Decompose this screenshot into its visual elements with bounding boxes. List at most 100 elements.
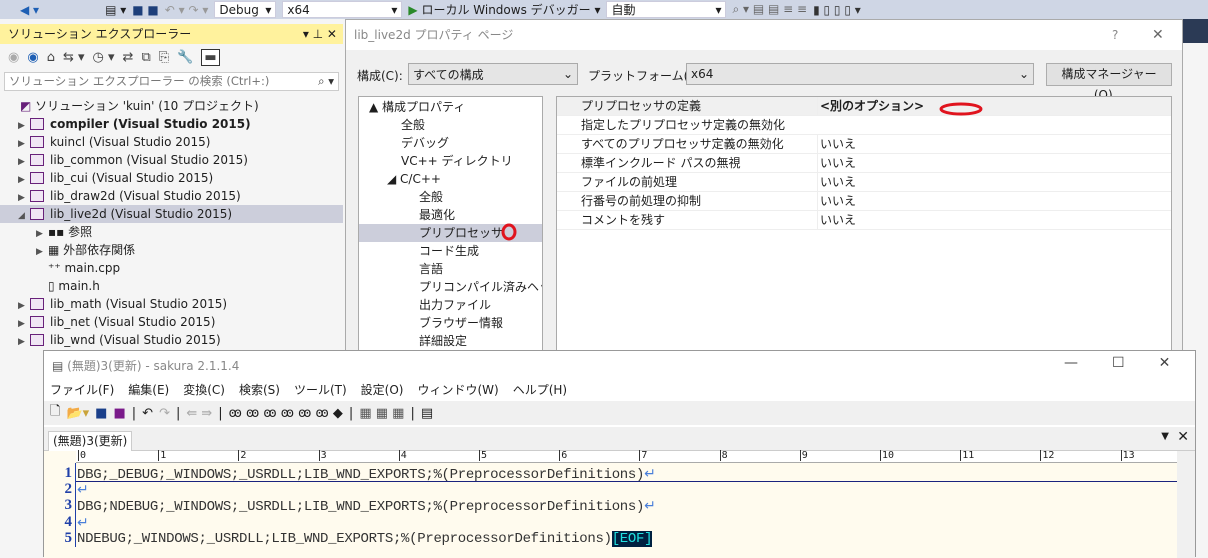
tree-item[interactable]: ▶ lib_cui (Visual Studio 2015) [0, 169, 343, 187]
menu-item[interactable]: ツール(T) [294, 381, 347, 398]
property-tree-item[interactable]: ◢ C/C++ [359, 170, 542, 188]
undo-icon[interactable]: ↶ ▾ ↷ ▾ [165, 3, 209, 17]
property-row[interactable]: コメントを残す いいえ [557, 211, 1171, 230]
ruler-label: 4 [398, 450, 407, 461]
tree-item[interactable]: ▯ main.h [0, 277, 343, 295]
text-editor[interactable]: 0 1 2 3 4 5 6 7 8 9 10 11 12 13 1 DBG;_DEBUG;_WINDOWS;… [44, 450, 1177, 558]
pin-close-icons[interactable]: ▾ ⊥ ✕ [303, 24, 337, 44]
vertical-scrollbar[interactable] [1177, 451, 1195, 558]
property-tree-item[interactable]: コード生成 [359, 242, 542, 260]
config-select[interactable]: すべての構成 ⌄ [408, 63, 578, 85]
property-row[interactable]: 行番号の前処理の抑制 いいえ [557, 192, 1171, 211]
platform-select[interactable]: x64 ⌄ [686, 63, 1034, 85]
tab-untitled[interactable]: (無題)3(更新) [48, 431, 133, 451]
ruler-label: 6 [559, 450, 568, 461]
back-icon[interactable]: ◉ [8, 50, 19, 65]
property-tree-item[interactable]: デバッグ [359, 134, 542, 152]
tree-item[interactable]: ▶ lib_math (Visual Studio 2015) [0, 295, 343, 313]
property-row[interactable]: 指定したプリプロセッサ定義の無効化 [557, 116, 1171, 135]
property-tree-item[interactable]: 全般 [359, 116, 542, 134]
tree-item[interactable]: ▶ ▪▪ 参照 [0, 223, 343, 241]
tab-close-icon[interactable]: ✕ [1177, 429, 1189, 445]
config-manager-button[interactable]: 構成マネージャー(O)... [1046, 63, 1172, 102]
ruler-label: 11 [960, 450, 975, 461]
property-tree-item[interactable]: ▲ 構成プロパティ [359, 98, 542, 116]
property-tree-item[interactable]: 出力ファイル [359, 296, 542, 314]
tree-item[interactable]: ▶ lib_common (Visual Studio 2015) [0, 151, 343, 169]
project-icon [30, 118, 44, 130]
back-icon[interactable]: ◀ ▾ [20, 3, 39, 17]
property-tree-item[interactable]: 全般 [359, 188, 542, 206]
tree-item-label: 参照 [68, 225, 93, 239]
solution-search-input[interactable]: ソリューション エクスプローラー の検索 (Ctrl+:) ⌕ ▾ [4, 72, 339, 91]
property-tree-item[interactable]: プリコンパイル済みヘッダー [359, 278, 542, 296]
property-tree-item[interactable]: ブラウザー情報 [359, 314, 542, 332]
undo-icon[interactable]: ↶ [142, 406, 153, 421]
menu-item[interactable]: ファイル(F) [50, 381, 114, 398]
property-tree-item[interactable]: 詳細設定 [359, 332, 542, 350]
help-button[interactable]: ? [1112, 20, 1118, 50]
search-icons[interactable]: ꙭ ꙭ ꙭ ꙭ ꙭ ꙭ ◆ [229, 406, 343, 421]
history-icon[interactable]: ◷ ▾ [93, 50, 115, 65]
copy-icon[interactable]: ⎘ [159, 50, 169, 65]
property-tree-item[interactable]: プリプロセッサ [359, 224, 542, 242]
save-icon[interactable]: ■ [95, 406, 107, 421]
save-icon[interactable]: ■ ■ [132, 3, 159, 17]
menu-item[interactable]: ヘルプ(H) [513, 381, 567, 398]
property-row[interactable]: 標準インクルード パスの無視 いいえ [557, 154, 1171, 173]
project-icon [30, 172, 44, 184]
mode-combo[interactable]: 自動 ▾ [606, 1, 727, 18]
tree-item[interactable]: ▶ ▦ 外部依存関係 [0, 241, 343, 259]
menu-item[interactable]: 変換(C) [183, 381, 225, 398]
save-all-icon[interactable]: ■ [113, 406, 125, 421]
sync-icon[interactable]: ⇆ ▾ [63, 50, 85, 65]
tree-item[interactable]: ▶ lib_draw2d (Visual Studio 2015) [0, 187, 343, 205]
run-button[interactable]: ▶ ローカル Windows デバッガー ▾ [408, 1, 600, 18]
tab-menu-icon[interactable]: ▼ [1161, 431, 1169, 442]
property-tree-item[interactable]: 最適化 [359, 206, 542, 224]
tree-item[interactable]: ▶ lib_net (Visual Studio 2015) [0, 313, 343, 331]
config-combo[interactable]: Debug ▾ [214, 1, 277, 18]
line-number: 1 [64, 465, 73, 481]
property-value: いいえ [817, 154, 856, 173]
tree-item[interactable]: ▶ lib_wnd (Visual Studio 2015) [0, 331, 343, 349]
solution-icon: ◩ [20, 99, 36, 113]
menu-item[interactable]: 設定(O) [361, 381, 404, 398]
property-row[interactable]: ファイルの前処理 いいえ [557, 173, 1171, 192]
menu-item[interactable]: ウィンドウ(W) [417, 381, 498, 398]
open-icon[interactable]: 📂▾ [66, 406, 89, 421]
jump-back-icon[interactable]: ⇚ ⇛ [186, 406, 212, 421]
compare-icons[interactable]: ▦ ▦ ▦ [359, 406, 404, 421]
close-button[interactable]: ✕ [1152, 20, 1164, 50]
window-controls: — ☐ ✕ [1064, 355, 1170, 371]
refresh-icon[interactable]: ⇄ [123, 50, 134, 65]
close-button[interactable]: ✕ [1159, 355, 1171, 371]
property-row[interactable]: すべてのプリプロセッサ定義の無効化 いいえ [557, 135, 1171, 154]
tree-item[interactable]: ▶ compiler (Visual Studio 2015) [0, 115, 343, 133]
property-tree-item[interactable]: 言語 [359, 260, 542, 278]
collapse-icon[interactable]: ⧉ [141, 50, 150, 65]
tree-item[interactable]: ◢ lib_live2d (Visual Studio 2015) [0, 205, 343, 223]
tree-item[interactable]: ▶ kuincl (Visual Studio 2015) [0, 133, 343, 151]
property-tree-item[interactable]: VC++ ディレクトリ [359, 152, 542, 170]
preview-icon[interactable]: ▬ [201, 48, 220, 66]
platform-combo[interactable]: x64 ▾ [282, 1, 403, 18]
wrench-icon[interactable]: 🔧 [177, 50, 193, 65]
maximize-button[interactable]: ☐ [1112, 355, 1125, 371]
home-icon[interactable]: ⌂ [47, 50, 55, 65]
minimize-button[interactable]: — [1064, 355, 1078, 371]
property-row[interactable]: プリプロセッサの定義 <別のオプション> [557, 97, 1171, 116]
bookmark-icon[interactable]: ▮ ▯ ▯ ▯ ▾ [813, 3, 861, 17]
outline-icon[interactable]: ▤ [421, 406, 433, 421]
find-icon[interactable]: ⌕ ▾ ▤ ▤ ≡ ≡ [732, 2, 807, 17]
menu-item[interactable]: 検索(S) [239, 381, 280, 398]
forward-icon[interactable]: ◉ [27, 50, 38, 65]
menu-item[interactable]: 編集(E) [128, 381, 169, 398]
new-project-icon[interactable]: ▤ ▾ [105, 3, 126, 17]
redo-icon[interactable]: ↷ [159, 406, 170, 421]
project-icon [30, 190, 44, 202]
solution-node[interactable]: ◩ ソリューション 'kuin' (10 プロジェクト) [0, 97, 343, 115]
new-file-icon[interactable]: 🗋 [50, 402, 60, 424]
expand-icon[interactable]: ▶ [18, 333, 30, 351]
tree-item[interactable]: ⁺⁺ main.cpp [0, 259, 343, 277]
